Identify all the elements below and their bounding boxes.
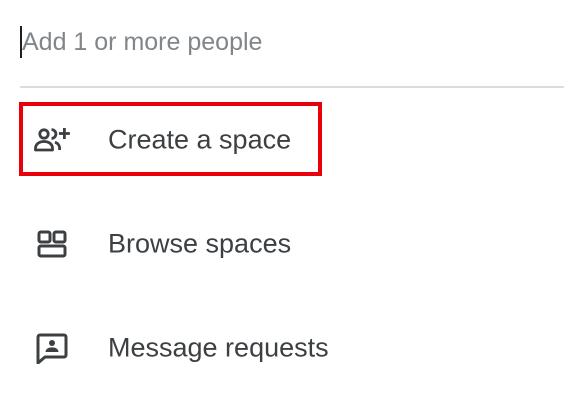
message-requests-menu-item[interactable]: Message requests xyxy=(20,310,520,386)
browse-spaces-label: Browse spaces xyxy=(108,228,292,259)
message-request-icon xyxy=(32,328,72,368)
create-space-label: Create a space xyxy=(108,124,292,155)
create-space-menu-item[interactable]: Create a space xyxy=(20,102,520,178)
people-search-input[interactable] xyxy=(22,22,562,62)
message-requests-label: Message requests xyxy=(108,332,329,363)
group-add-icon xyxy=(32,120,72,160)
search-row xyxy=(0,0,582,86)
browse-spaces-menu-item[interactable]: Browse spaces xyxy=(20,206,520,282)
browse-spaces-icon xyxy=(32,224,72,264)
divider xyxy=(20,86,564,88)
